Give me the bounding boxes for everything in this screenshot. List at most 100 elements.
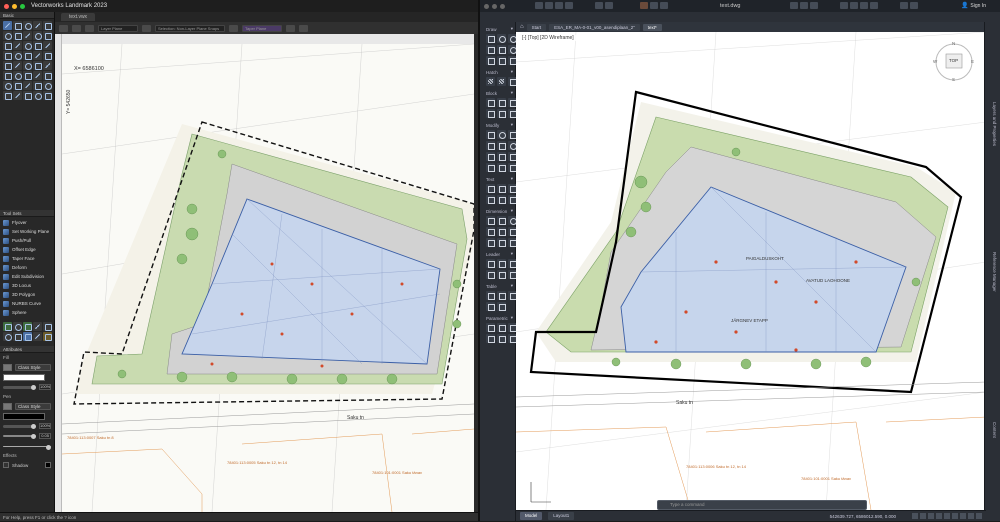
polyline-tool[interactable] <box>497 45 506 54</box>
offset-tool[interactable] <box>13 61 22 70</box>
file-tab-text[interactable]: text* <box>642 23 662 31</box>
layers-properties-tab[interactable]: Layers and Properties <box>992 102 997 146</box>
section-modify[interactable]: Modify ▾ <box>480 120 515 129</box>
attribute-mapping-tool[interactable] <box>43 71 52 80</box>
pen-color-swatch[interactable] <box>3 412 45 420</box>
tool-offset-edge[interactable]: Offset Edge <box>3 245 51 254</box>
zoom-tool[interactable] <box>23 21 32 30</box>
layer-button[interactable] <box>299 24 308 32</box>
section-dimension[interactable]: Dimension ▾ <box>480 206 515 215</box>
viewcube-east[interactable]: E <box>971 59 974 64</box>
planting-set-icon[interactable] <box>23 322 32 331</box>
oval-tool[interactable] <box>23 41 32 50</box>
ac-zoom-button[interactable] <box>500 3 505 9</box>
circle-tool[interactable] <box>3 31 12 40</box>
pan-icon[interactable] <box>790 2 798 9</box>
annotation-scale-icon[interactable] <box>960 513 966 519</box>
properties-icon[interactable] <box>840 2 848 9</box>
projection-button[interactable] <box>229 24 238 32</box>
close-window-button[interactable] <box>4 3 9 9</box>
flyover-tool[interactable] <box>33 21 42 30</box>
fill-opacity-value[interactable]: 100% <box>39 384 51 390</box>
viewcube-top[interactable]: TOP <box>949 58 958 63</box>
zoom-window-button[interactable] <box>20 3 25 9</box>
tool-flyover[interactable]: Flyover <box>3 218 51 227</box>
tool-push-pull[interactable]: Push/Pull <box>3 236 51 245</box>
field-tool[interactable] <box>497 302 506 311</box>
dimension-tool[interactable] <box>33 51 42 60</box>
spline-tool[interactable] <box>486 56 495 65</box>
explode-tool[interactable] <box>497 163 506 172</box>
undo-icon[interactable] <box>595 2 603 9</box>
fill-style-select[interactable]: Class Style <box>15 363 51 371</box>
sign-in-button[interactable]: 👤 Sign In <box>961 2 986 10</box>
eyedropper-tool[interactable] <box>33 71 42 80</box>
visibility-tool[interactable] <box>43 81 52 90</box>
table-style-tool[interactable] <box>497 291 506 300</box>
file-tab-start[interactable]: Start <box>526 23 547 31</box>
line-style-select[interactable] <box>3 444 51 450</box>
tool-taper-face[interactable]: Taper Face <box>3 254 51 263</box>
rotate-tool[interactable] <box>497 130 506 139</box>
write-block-tool[interactable] <box>497 109 506 118</box>
file-tab-asendiplaan[interactable]: ESA_ER_MA-0-01_v00_asendiplaan_2" <box>549 23 640 31</box>
insertion-set-icon[interactable] <box>33 332 42 341</box>
rounded-rect-tool[interactable] <box>33 41 42 50</box>
gradient-tool[interactable] <box>497 77 506 86</box>
osnap-toggle-icon[interactable] <box>944 513 950 519</box>
viewport-controls[interactable]: [-] [Top] [2D Wireframe] <box>520 35 576 41</box>
taper-plane-select[interactable]: Taper Plane <box>242 24 282 32</box>
site-set-icon[interactable] <box>13 322 22 331</box>
fill-type-swatch[interactable] <box>3 363 12 371</box>
selection-snaps-field[interactable]: Selection: Non-Layer Plane Snaps <box>155 24 225 32</box>
vectorworks-drawing-canvas[interactable]: X= 6586100 Y= 542650 Saku tn 78401:113:0… <box>62 34 474 512</box>
coincident-tool[interactable] <box>486 323 495 332</box>
class-button[interactable] <box>286 24 295 32</box>
section-hatch[interactable]: Hatch ▾ <box>480 67 515 76</box>
remove-leader-tool[interactable] <box>497 270 506 279</box>
visualization-set-icon[interactable] <box>13 332 22 341</box>
walkthrough-tool[interactable] <box>33 91 42 100</box>
lineweight-toggle-icon[interactable] <box>952 513 958 519</box>
pen-opacity-slider[interactable] <box>3 423 36 429</box>
fill-opacity-slider[interactable] <box>3 384 36 390</box>
selection-tool[interactable] <box>3 21 12 30</box>
building-shell-icon[interactable] <box>33 322 42 331</box>
layers-icon[interactable] <box>860 2 868 9</box>
workspace-icon[interactable] <box>968 513 974 519</box>
save-icon[interactable] <box>555 2 563 9</box>
dim-style-tool[interactable] <box>486 238 495 247</box>
tool-nurbs-curve[interactable]: NURBS Curve <box>3 299 51 308</box>
find-text-tool[interactable] <box>486 195 495 204</box>
horizontal-ruler[interactable] <box>62 34 474 44</box>
stretch-tool[interactable] <box>486 152 495 161</box>
section-draw[interactable]: Draw ▾ <box>480 22 515 33</box>
mtext-tool[interactable] <box>486 184 495 193</box>
text-tool[interactable] <box>43 21 52 30</box>
hatch-tool[interactable] <box>486 77 495 86</box>
pan-tool[interactable] <box>13 21 22 30</box>
polygon-tool[interactable] <box>497 56 506 65</box>
customization-icon[interactable] <box>976 513 982 519</box>
3d-modeling-set-icon[interactable] <box>23 332 32 341</box>
minimize-window-button[interactable] <box>12 3 17 9</box>
parallel-tool[interactable] <box>497 323 506 332</box>
vertical-ruler[interactable] <box>55 34 62 512</box>
landscape-set-icon[interactable] <box>3 322 12 331</box>
section-leader[interactable]: Leader ▾ <box>480 249 515 258</box>
callout-tool[interactable] <box>43 51 52 60</box>
ac-close-button[interactable] <box>484 3 489 9</box>
copy-tool[interactable] <box>486 141 495 150</box>
section-block[interactable]: Block ▾ <box>480 88 515 97</box>
ortho-toggle-icon[interactable] <box>928 513 934 519</box>
line-tool[interactable] <box>23 31 32 40</box>
chamfer-tool[interactable] <box>3 81 12 90</box>
layer-freeze-icon[interactable] <box>650 2 658 9</box>
tape-measure-tool[interactable] <box>13 91 22 100</box>
freehand-tool[interactable] <box>13 41 22 50</box>
home-icon[interactable]: ⌂ <box>520 24 524 30</box>
tool-3d-polygon[interactable]: 3D Polygon <box>3 290 51 299</box>
autocad-drawing-canvas[interactable]: PAIGALDUSKOHT AVATUD LAOHOONE JÄRGNEV ET… <box>516 32 986 510</box>
zoom-icon[interactable] <box>800 2 808 9</box>
rectangle-tool[interactable] <box>486 45 495 54</box>
